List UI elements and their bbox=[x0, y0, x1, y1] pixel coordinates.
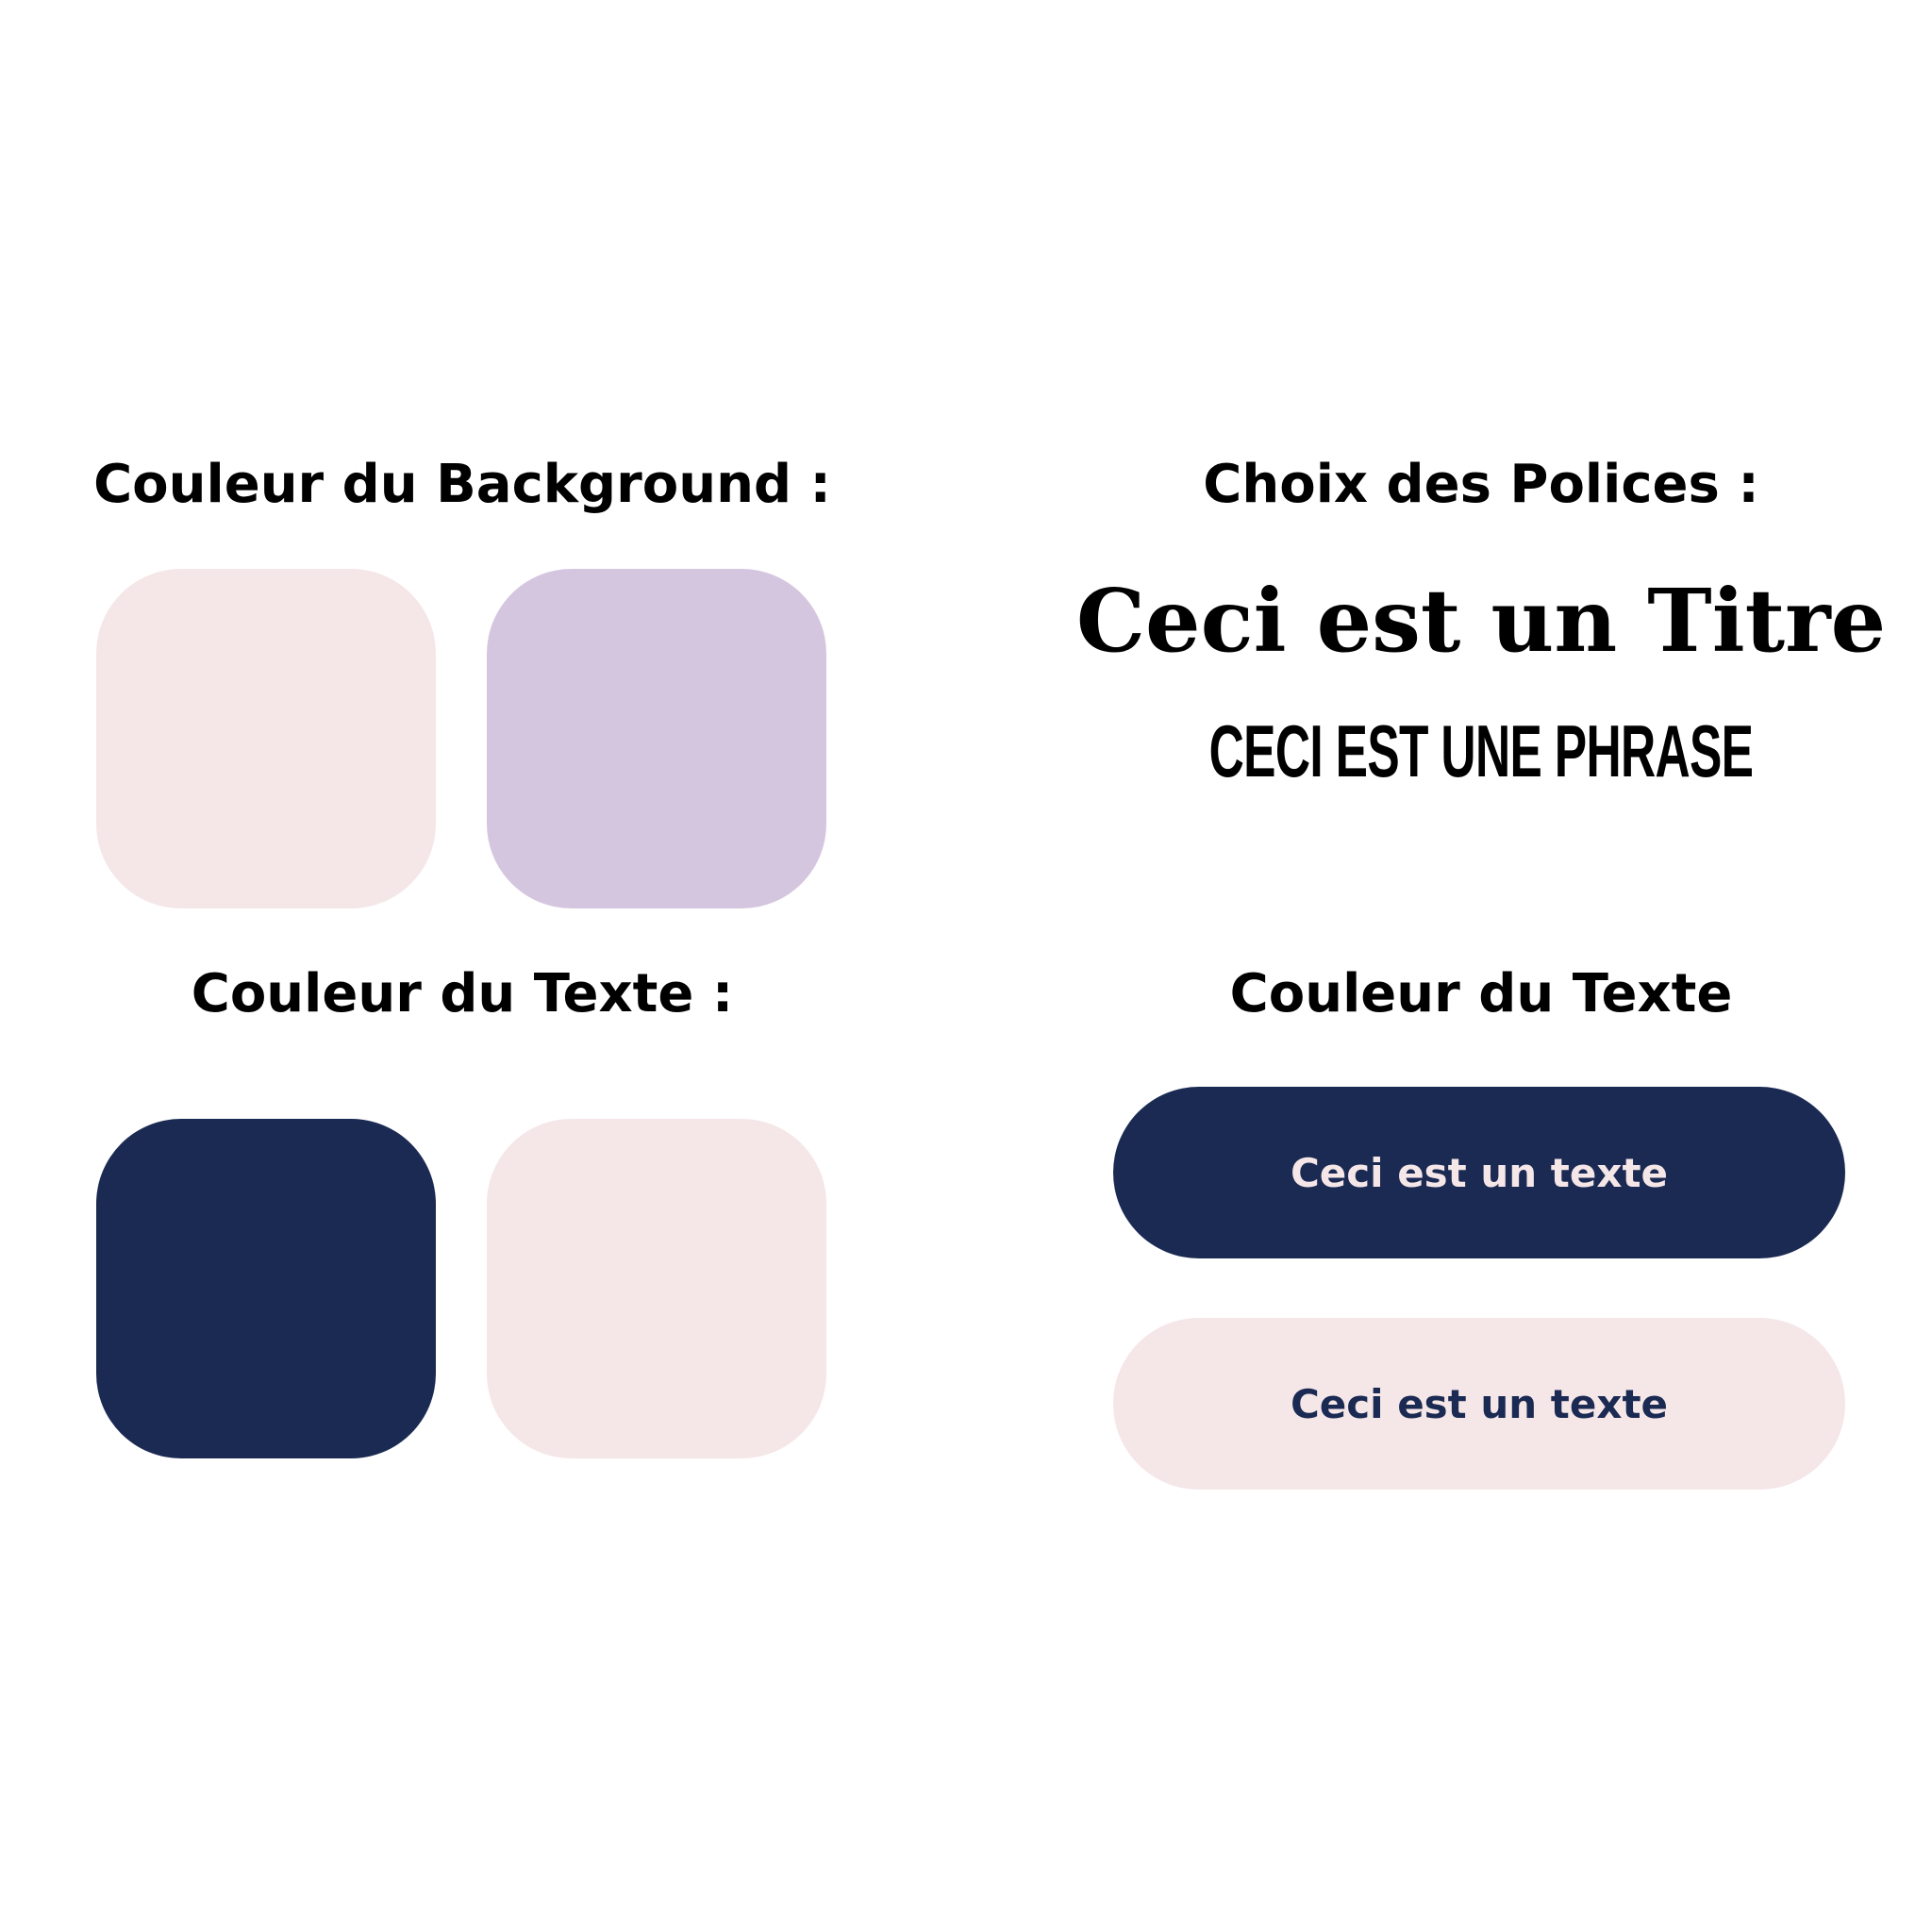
text-swatch-pink bbox=[487, 1119, 826, 1458]
dark-pill-label: Ceci est un texte bbox=[1290, 1149, 1669, 1196]
light-pill: Ceci est un texte bbox=[1113, 1318, 1845, 1490]
background-swatch-pink bbox=[96, 569, 436, 908]
text-color-demo-heading: Couleur du Texte bbox=[1229, 963, 1733, 1024]
light-pill-label: Ceci est un texte bbox=[1290, 1380, 1669, 1427]
background-swatch-lavender bbox=[487, 569, 826, 908]
fonts-heading: Choix des Polices : bbox=[1203, 454, 1759, 515]
dark-pill: Ceci est un texte bbox=[1113, 1087, 1845, 1258]
background-color-heading: Couleur du Background : bbox=[93, 454, 831, 515]
title-font-sample: Ceci est un Titre bbox=[1075, 570, 1887, 672]
text-swatch-navy bbox=[96, 1119, 436, 1458]
text-color-heading: Couleur du Texte : bbox=[191, 963, 734, 1024]
phrase-font-sample: CECI EST UNE PHRASE bbox=[1208, 709, 1754, 792]
